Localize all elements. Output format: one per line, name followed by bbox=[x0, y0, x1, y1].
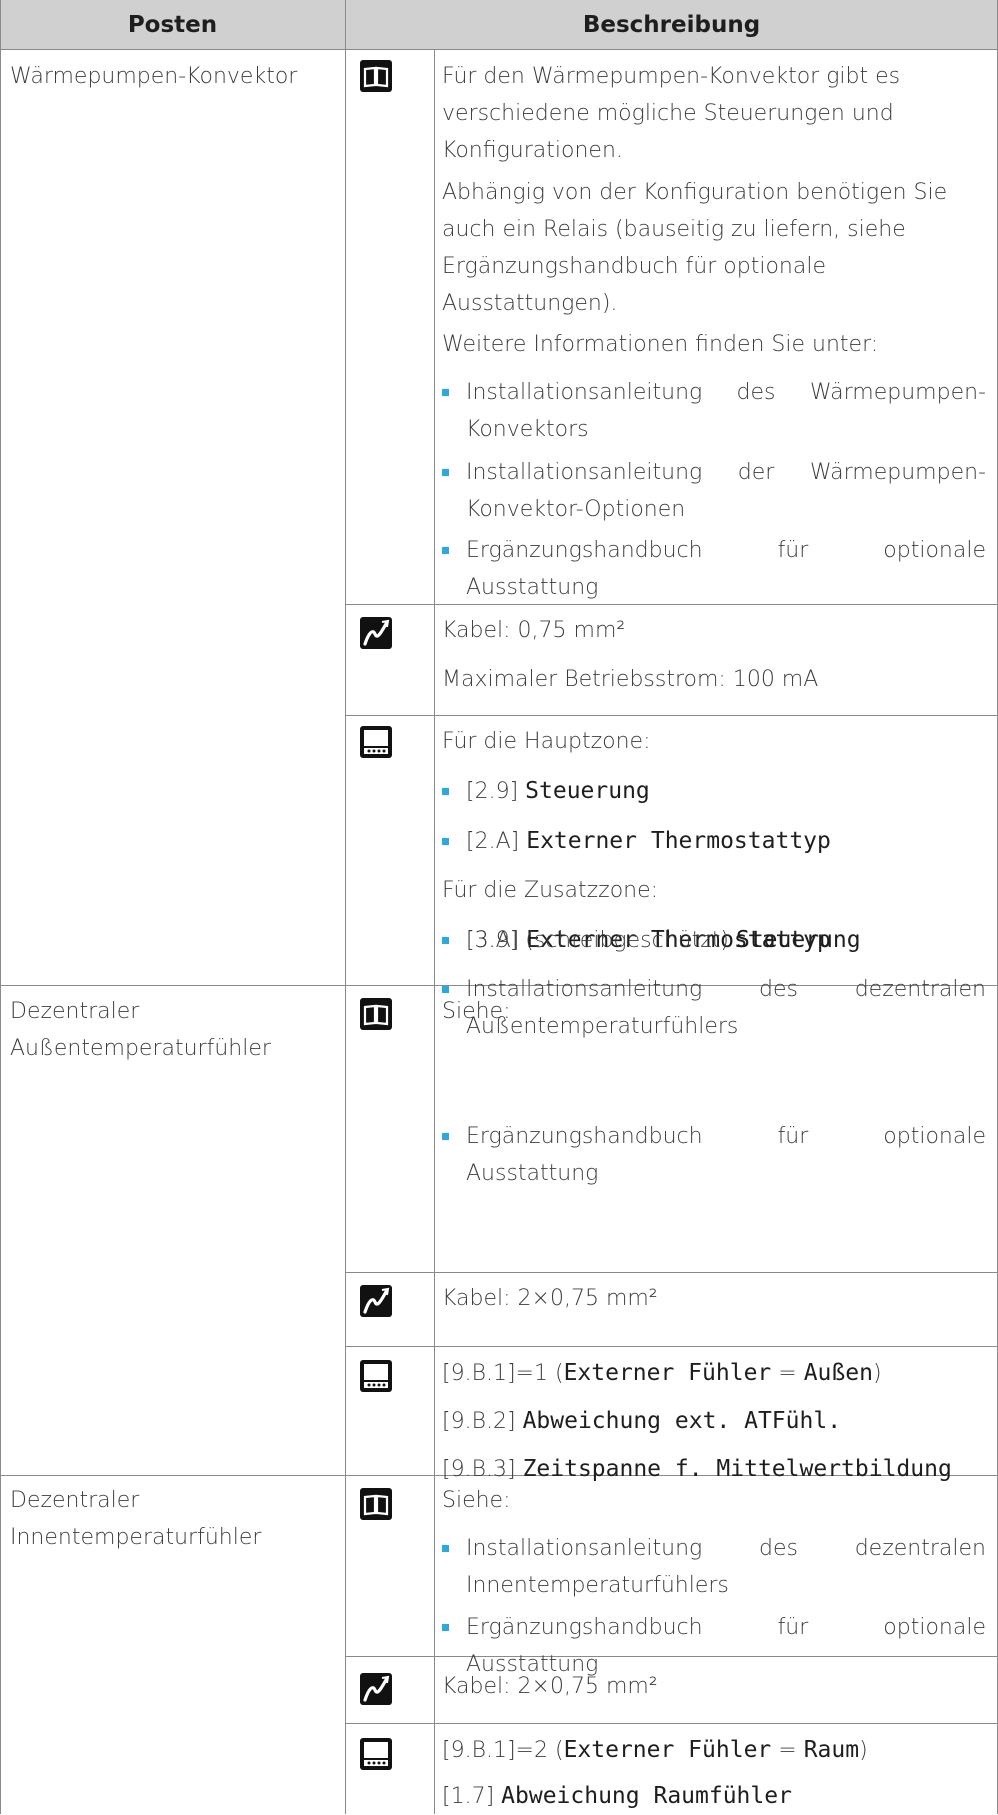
setting-name: Externer Thermostattyp bbox=[526, 828, 831, 854]
cable-icon bbox=[360, 617, 392, 649]
spec-table: Posten Beschreibung Wärmepumpen-Konvekto… bbox=[0, 0, 998, 1814]
posten-cell: Dezentraler Außentemperaturfühler bbox=[10, 999, 271, 1061]
setting-code: [2.9] bbox=[466, 779, 519, 804]
setting-name: Abweichung ext. ATFühl. bbox=[522, 1408, 842, 1434]
book-icon bbox=[360, 1488, 392, 1520]
closing-paren: ) bbox=[859, 1738, 868, 1763]
setting-name: Zeitspanne f. Mittelwertbildung bbox=[522, 1456, 952, 1482]
setting-code: [1.7] bbox=[442, 1784, 495, 1809]
posten-cell: Wärmepumpen-Konvektor bbox=[10, 64, 298, 89]
list-item: Installationsanleitung des dezentralen I… bbox=[440, 1530, 986, 1604]
cable-text: Kabel: 0,75 mm² bbox=[442, 618, 626, 643]
user-interface-icon bbox=[360, 1738, 392, 1770]
column-header-beschreibung: Beschreibung bbox=[345, 0, 998, 50]
setting-code: [9.B.3] bbox=[442, 1457, 516, 1482]
icon-column-divider bbox=[434, 50, 435, 1814]
column-header-posten: Posten bbox=[0, 0, 345, 50]
equals-sign: = bbox=[771, 1361, 804, 1386]
setting-name: Externer Fühler bbox=[563, 1737, 772, 1763]
cable-text: Kabel: 2×0,75 mm² bbox=[442, 1674, 658, 1699]
equals-sign: = bbox=[771, 1738, 804, 1763]
setting-code: [2.A] bbox=[466, 829, 520, 854]
setting-value: Raum bbox=[803, 1737, 860, 1763]
cable-icon bbox=[360, 1285, 392, 1317]
current-text: Maximaler Betriebsstrom: 100 mA bbox=[442, 667, 819, 692]
setting-code: [9.B.1]=2 ( bbox=[442, 1738, 564, 1763]
book-icon bbox=[360, 60, 392, 92]
user-interface-icon bbox=[360, 726, 392, 758]
list-item: Ergänzungshandbuch für optionale Ausstat… bbox=[440, 1118, 986, 1192]
setting-name: Abweichung Raumfühler bbox=[501, 1783, 792, 1809]
setting-code: [9.B.1]=1 ( bbox=[442, 1361, 564, 1386]
setting-line: [9.B.1]=2 (Externer Fühler = Raum) bbox=[442, 1732, 984, 1769]
list-item: Ergänzungshandbuch für optionale Ausstat… bbox=[440, 532, 986, 606]
setting-code: [9.B.2] bbox=[442, 1409, 516, 1434]
cable-text: Kabel: 2×0,75 mm² bbox=[442, 1286, 658, 1311]
zone-label: Für die Hauptzone: bbox=[442, 729, 651, 754]
setting-name: Steuerung bbox=[525, 778, 650, 804]
cable-icon bbox=[360, 1673, 392, 1705]
description-text: Siehe: bbox=[442, 1488, 511, 1513]
list-item: Installationsanleitung des Wärmepumpen-K… bbox=[440, 374, 986, 448]
setting-line: [9.B.2] Abweichung ext. ATFühl. bbox=[442, 1403, 984, 1440]
setting-value: Außen bbox=[803, 1360, 873, 1386]
row-divider bbox=[345, 1272, 998, 1273]
row-divider bbox=[345, 1346, 998, 1347]
zone-label: Für die Zusatzzone: bbox=[442, 878, 659, 903]
user-interface-icon bbox=[360, 1360, 392, 1392]
description-text: Weitere Informationen finden Sie unter: bbox=[442, 332, 879, 357]
list-item: [2.9] Steuerung bbox=[440, 773, 986, 810]
description-text: Abhängig von der Konfiguration benötigen… bbox=[442, 180, 948, 316]
list-item: Installationsanleitung der Wärmepumpen-K… bbox=[440, 454, 986, 528]
setting-name: Steuerung bbox=[735, 927, 861, 953]
setting-line: [1.7] Abweichung Raumfühler bbox=[442, 1778, 984, 1815]
setting-code: [3.9] (schreibgeschützt) bbox=[466, 928, 729, 953]
book-icon bbox=[360, 998, 392, 1030]
posten-cell: Dezentraler Innentemperaturfühler bbox=[10, 1488, 262, 1550]
setting-line: [9.B.1]=1 (Externer Fühler = Außen) bbox=[442, 1355, 984, 1392]
list-item: Installationsanleitung des dezentralen A… bbox=[440, 971, 986, 1045]
list-item: [2.A] Externer Thermostattyp bbox=[440, 823, 986, 860]
row-divider bbox=[345, 1723, 998, 1724]
row-divider bbox=[345, 715, 998, 716]
description-text: Für den Wärmepumpen-Konvektor gibt es ve… bbox=[442, 64, 901, 163]
table-border-left bbox=[0, 0, 1, 1814]
setting-name: Externer Fühler bbox=[563, 1360, 772, 1386]
list-item: [3.9] (schreibgeschützt) Steuerung bbox=[440, 922, 986, 959]
closing-paren: ) bbox=[872, 1361, 882, 1386]
